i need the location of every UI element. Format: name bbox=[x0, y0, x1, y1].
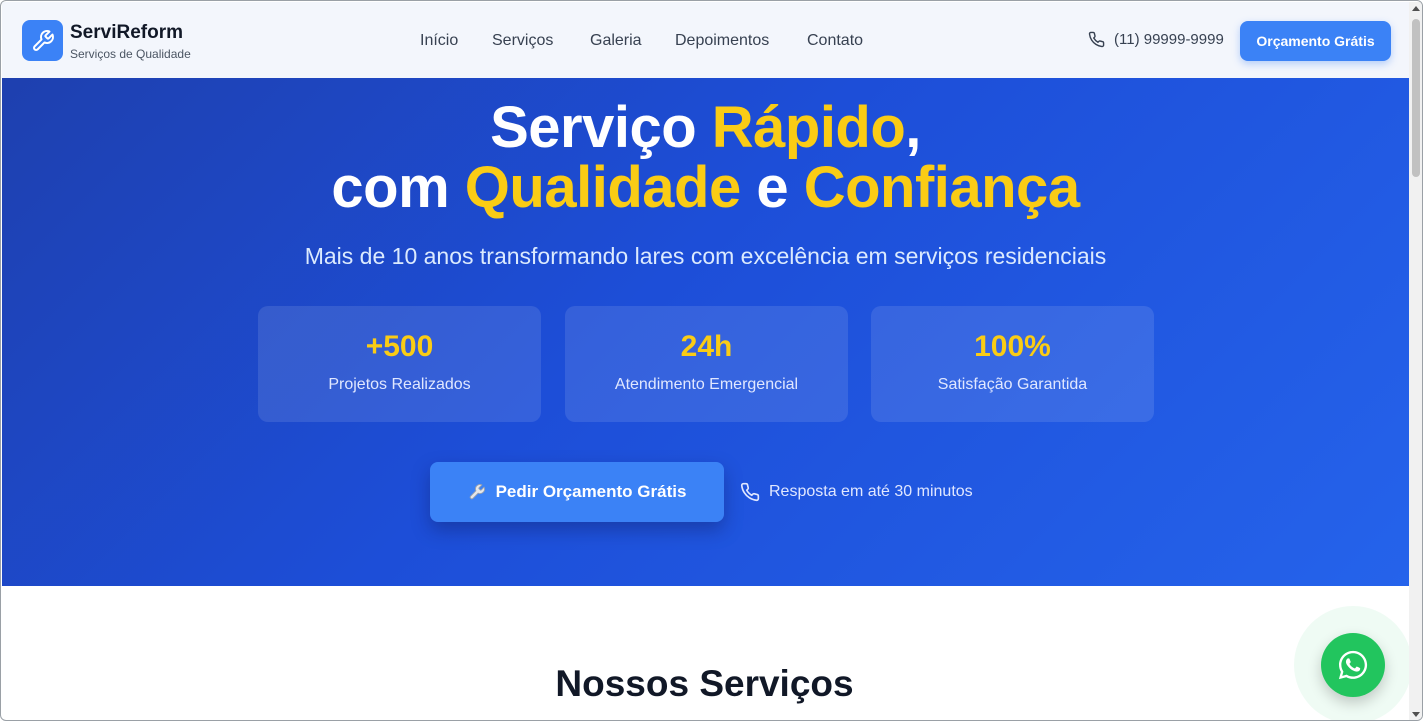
logo[interactable] bbox=[22, 20, 63, 61]
hero-title-line-2: com Qualidade e Confiança bbox=[331, 155, 1080, 220]
scroll-up-arrow-icon[interactable] bbox=[1412, 6, 1420, 11]
nav-item-contato[interactable]: Contato bbox=[807, 32, 863, 50]
stat-card-emergency: 24h Atendimento Emergencial bbox=[565, 306, 848, 422]
whatsapp-button[interactable] bbox=[1321, 633, 1385, 697]
whatsapp-icon bbox=[1338, 650, 1368, 680]
nav-item-depoimentos[interactable]: Depoimentos bbox=[675, 32, 769, 50]
stat-card-projects: +500 Projetos Realizados bbox=[258, 306, 541, 422]
header-phone-number: (11) 99999-9999 bbox=[1114, 31, 1224, 48]
stat-label: Atendimento Emergencial bbox=[614, 376, 799, 393]
nav-item-servicos[interactable]: Serviços bbox=[492, 32, 553, 50]
wrench-icon bbox=[32, 29, 54, 51]
response-time-text: Resposta em até 30 minutos bbox=[769, 483, 973, 500]
page-scrollbar[interactable] bbox=[1409, 2, 1422, 720]
browser-viewport: ServiReform Serviços de Qualidade Início… bbox=[0, 0, 1423, 721]
hero-title-line-1: Serviço Rápido, bbox=[490, 95, 921, 160]
hero-subtitle: Mais de 10 anos transformando lares com … bbox=[304, 243, 1107, 269]
header-quote-button[interactable]: Orçamento Grátis bbox=[1240, 21, 1391, 61]
services-section-title: Nossos Serviços bbox=[555, 663, 854, 704]
nav-item-galeria[interactable]: Galeria bbox=[590, 32, 642, 50]
hero-quote-button[interactable]: Pedir Orçamento Grátis bbox=[430, 462, 724, 522]
scroll-down-arrow-icon[interactable] bbox=[1412, 712, 1420, 717]
hero-quote-label: Pedir Orçamento Grátis bbox=[495, 482, 687, 501]
stat-label: Satisfação Garantida bbox=[937, 376, 1088, 393]
nav-item-inicio[interactable]: Início bbox=[420, 32, 458, 50]
stat-card-satisfaction: 100% Satisfação Garantida bbox=[871, 306, 1154, 422]
stat-value: +500 bbox=[365, 330, 434, 363]
brand-tagline: Serviços de Qualidade bbox=[70, 47, 191, 61]
stat-label: Projetos Realizados bbox=[328, 376, 471, 393]
brand-name[interactable]: ServiReform bbox=[70, 22, 183, 44]
response-time-note: Resposta em até 30 minutos bbox=[740, 482, 973, 502]
stat-value: 100% bbox=[974, 330, 1051, 363]
phone-icon bbox=[1088, 31, 1105, 48]
stat-value: 24h bbox=[680, 330, 733, 363]
site-header: ServiReform Serviços de Qualidade Início… bbox=[2, 2, 1409, 78]
hero-section: Serviço Rápido, com Qualidade e Confianç… bbox=[2, 78, 1409, 586]
wrench-icon bbox=[469, 484, 485, 500]
scrollbar-thumb[interactable] bbox=[1412, 19, 1420, 177]
phone-icon bbox=[740, 482, 760, 502]
header-phone[interactable]: (11) 99999-9999 bbox=[1088, 31, 1224, 48]
